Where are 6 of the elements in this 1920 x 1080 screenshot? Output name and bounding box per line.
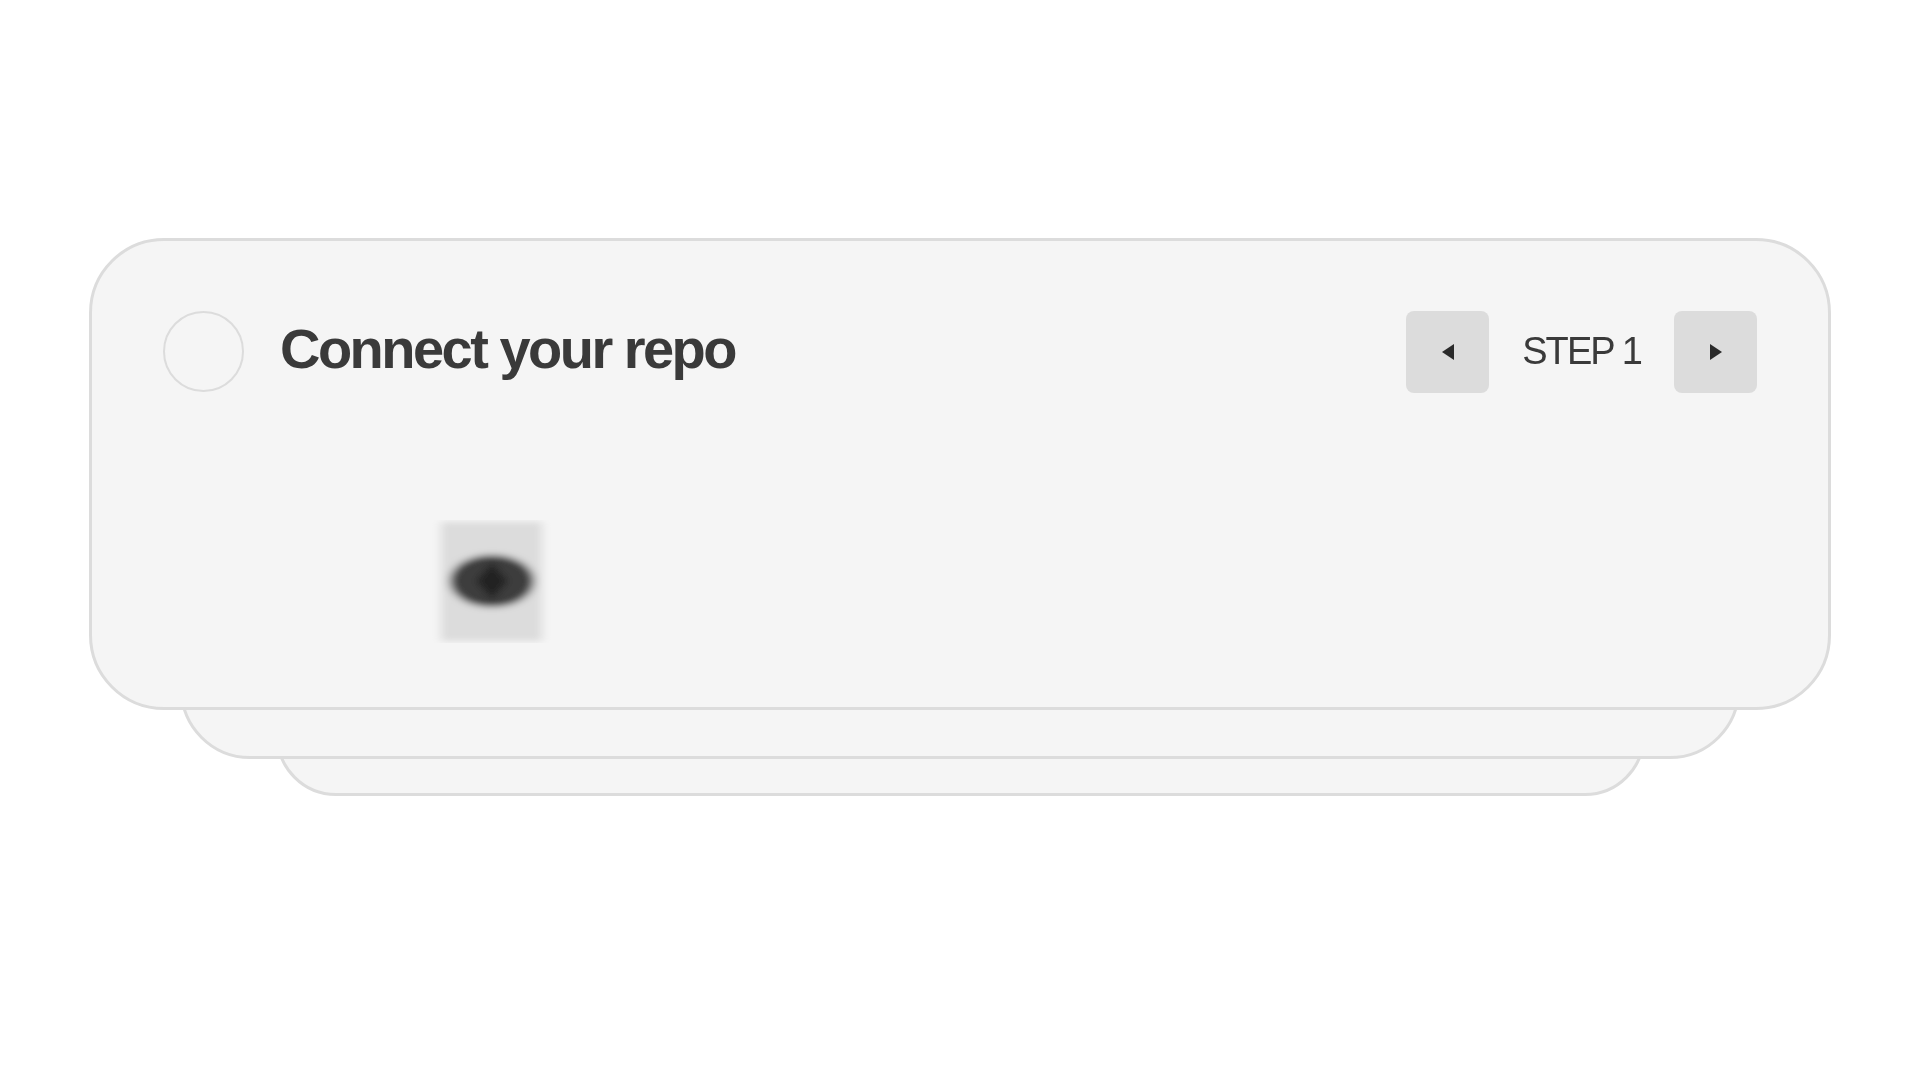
right-triangle-icon bbox=[1708, 342, 1723, 361]
previous-step-button[interactable] bbox=[1406, 310, 1490, 393]
step-label: STEP 1 bbox=[1522, 329, 1641, 374]
next-step-button[interactable] bbox=[1674, 310, 1757, 393]
left-triangle-icon bbox=[1440, 342, 1455, 361]
step-title: Connect your repo bbox=[280, 320, 735, 382]
